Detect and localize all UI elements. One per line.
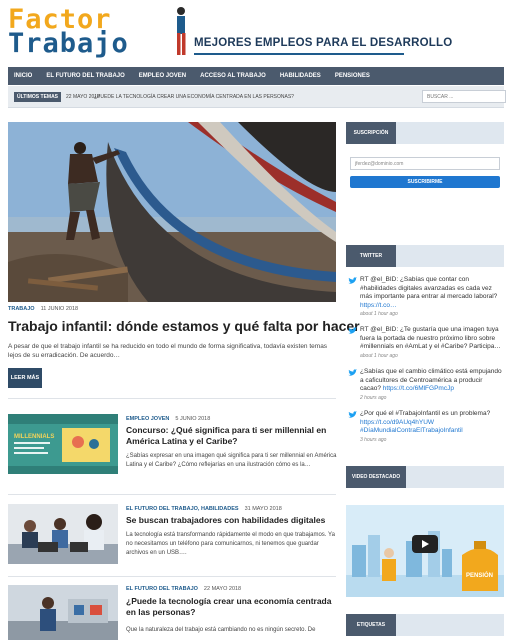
hero-title[interactable]: Trabajo infantil: dónde estamos y qué fa… bbox=[8, 318, 360, 335]
twitter-bird-icon bbox=[348, 277, 357, 284]
tweet-link[interactable]: https://t.co/6MlFGPmcJp bbox=[383, 385, 454, 392]
tweet[interactable]: ¿Por qué el #TrabajoInfantil es un probl… bbox=[346, 410, 504, 443]
article-title[interactable]: ¿Puede la tecnología crear una economía … bbox=[126, 596, 336, 618]
article-title[interactable]: Concurso: ¿Qué significa para ti ser mil… bbox=[126, 425, 336, 447]
video-label: PENSIÓN bbox=[466, 571, 493, 579]
article-date: 31 MAYO 2018 bbox=[244, 506, 282, 512]
play-icon[interactable] bbox=[412, 535, 438, 553]
hero-meta: TRABAJO 11 JUNIO 2018 bbox=[8, 306, 78, 312]
video-title: VIDEO DESTACADO bbox=[346, 466, 406, 488]
tags-title: ETIQUETAS bbox=[346, 614, 396, 636]
article-thumbnail[interactable] bbox=[8, 504, 118, 564]
nav-item-futuro[interactable]: EL FUTURO DEL TRABAJO bbox=[46, 73, 124, 79]
site-header: Factor Trabajo MEJORES EMPLEOS PARA EL D… bbox=[0, 0, 512, 62]
tags-header: ETIQUETAS bbox=[346, 614, 504, 636]
divider bbox=[8, 494, 336, 495]
thumb-text: MILLENNIALS bbox=[14, 434, 54, 440]
nav-item-habilidades[interactable]: HABILIDADES bbox=[280, 73, 321, 79]
article-thumbnail[interactable] bbox=[8, 585, 118, 640]
tweet-link[interactable]: https://t.co… bbox=[360, 302, 397, 309]
hero-category[interactable]: TRABAJO bbox=[8, 306, 35, 312]
article-date: 5 JUNIO 2018 bbox=[175, 416, 211, 422]
tweet-link[interactable]: https://t.co/d9AUq4hYUW #DíaMundialContr… bbox=[360, 419, 463, 435]
tweet-text: ¿Por qué el #TrabajoInfantil es un probl… bbox=[360, 410, 491, 417]
tweet[interactable]: ¿Sabías que el cambio climático está emp… bbox=[346, 368, 504, 401]
logo-line-2[interactable]: Trabajo bbox=[8, 30, 129, 57]
latest-topics-bar: ÚLTIMOS TEMAS 22 MAYO 2018 ¿PUEDE LA TEC… bbox=[8, 86, 506, 108]
read-more-button[interactable]: LEER MÁS bbox=[8, 368, 42, 388]
subscribe-button[interactable]: SUSCRIBIRME bbox=[350, 176, 500, 188]
article-category[interactable]: EMPLEO JOVEN bbox=[126, 416, 169, 422]
featured-video[interactable]: PENSIÓN bbox=[346, 505, 504, 597]
article-title[interactable]: Se buscan trabajadores con habilidades d… bbox=[126, 515, 336, 526]
article-meta: EMPLEO JOVEN 5 JUNIO 2018 bbox=[126, 416, 210, 422]
twitter-bird-icon bbox=[348, 411, 357, 418]
ticker-headline-link[interactable]: ¿PUEDE LA TECNOLOGÍA CREAR UNA ECONOMÍA … bbox=[94, 94, 294, 100]
tweet-time: about 1 hour ago bbox=[360, 352, 398, 359]
factory-worker-photo bbox=[8, 585, 118, 640]
email-field[interactable]: jferdez@dominio.com bbox=[350, 157, 500, 170]
twitter-title: TWITTER bbox=[346, 245, 396, 267]
twitter-bird-icon bbox=[348, 327, 357, 334]
subscription-title: SUSCRIPCIÓN bbox=[346, 122, 396, 144]
article-excerpt: ¿Sabías expresar en una imagen qué signi… bbox=[126, 453, 337, 468]
tweet-time: 3 hours ago bbox=[360, 436, 387, 443]
hero-image[interactable] bbox=[8, 122, 336, 302]
millennials-contest-graphic: MILLENNIALS bbox=[8, 414, 118, 474]
office-workers-photo bbox=[8, 504, 118, 564]
hero-date: 11 JUNIO 2018 bbox=[40, 306, 79, 312]
article-excerpt: Que la naturaleza del trabajo está cambi… bbox=[126, 627, 316, 633]
site-tagline: MEJORES EMPLEOS PARA EL DESARROLLO bbox=[194, 37, 453, 49]
twitter-bird-icon bbox=[348, 369, 357, 376]
video-header: VIDEO DESTACADO bbox=[346, 466, 504, 488]
twitter-header: TWITTER bbox=[346, 245, 504, 267]
divider bbox=[8, 398, 336, 399]
child-labor-boat-photo bbox=[8, 122, 336, 302]
article-thumbnail[interactable]: MILLENNIALS bbox=[8, 414, 118, 474]
walking-person-icon bbox=[177, 7, 186, 55]
tweet[interactable]: RT @el_BID: ¿Sabías que contar con #habi… bbox=[346, 276, 504, 317]
nav-item-pensiones[interactable]: PENSIONES bbox=[335, 73, 370, 79]
article-category[interactable]: EL FUTURO DEL TRABAJO, HABILIDADES bbox=[126, 506, 239, 512]
divider bbox=[8, 576, 336, 577]
tweet-text: RT @el_BID: ¿Sabías que contar con #habi… bbox=[360, 276, 498, 300]
article-meta: EL FUTURO DEL TRABAJO, HABILIDADES 31 MAY… bbox=[126, 506, 282, 512]
tweet-time: about 1 hour ago bbox=[360, 311, 398, 317]
subscription-header: SUSCRIPCIÓN bbox=[346, 122, 504, 144]
tweet-text: RT @el_BID: ¿Te gustaría que una imagen … bbox=[360, 326, 501, 350]
article-category[interactable]: EL FUTURO DEL TRABAJO bbox=[126, 586, 198, 592]
article-date: 22 MAYO 2018 bbox=[203, 586, 242, 592]
tagline-rule bbox=[194, 53, 404, 55]
nav-item-empleo-joven[interactable]: EMPLEO JOVEN bbox=[139, 73, 186, 79]
article-meta: EL FUTURO DEL TRABAJO 22 MAYO 2018 bbox=[126, 586, 241, 592]
main-nav: INICIO EL FUTURO DEL TRABAJO EMPLEO JOVE… bbox=[8, 67, 504, 85]
tweet-time: 2 hours ago bbox=[360, 394, 387, 401]
article-excerpt: La tecnología está transformando rápidam… bbox=[126, 532, 335, 556]
hero-excerpt: A pesar de que el trabajo infantil se ha… bbox=[8, 343, 328, 359]
nav-item-inicio[interactable]: INICIO bbox=[14, 73, 32, 79]
search-input[interactable]: BUSCAR ... bbox=[422, 90, 506, 103]
nav-item-acceso[interactable]: ACCESO AL TRABAJO bbox=[200, 73, 266, 79]
tweet[interactable]: RT @el_BID: ¿Te gustaría que una imagen … bbox=[346, 326, 504, 359]
latest-topics-label: ÚLTIMOS TEMAS bbox=[14, 92, 62, 102]
